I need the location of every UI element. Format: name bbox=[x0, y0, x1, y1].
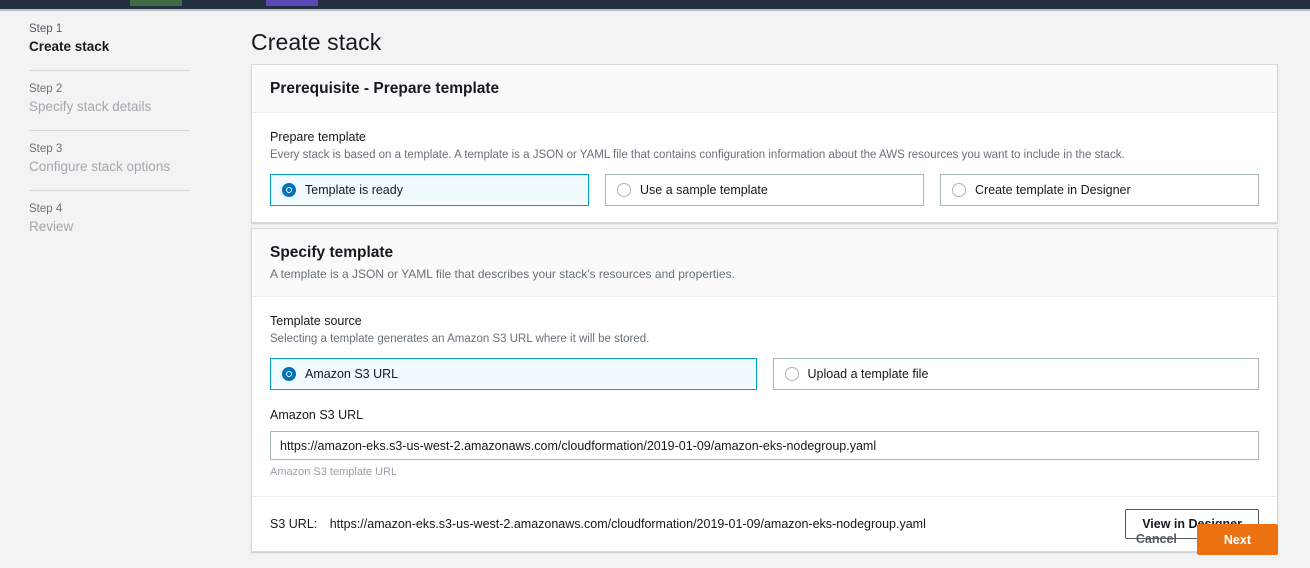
prerequisite-card-body: Prepare template Every stack is based on… bbox=[252, 113, 1277, 222]
radio-label-create-template-in-designer: Create template in Designer bbox=[975, 182, 1131, 198]
sidebar-step-2-number: Step 2 bbox=[29, 71, 190, 97]
specify-template-card-subtitle: A template is a JSON or YAML file that d… bbox=[270, 263, 1259, 283]
page-title: Create stack bbox=[222, 11, 1310, 56]
sidebar-step-2[interactable]: Step 2 Specify stack details bbox=[0, 71, 222, 130]
radio-label-template-is-ready: Template is ready bbox=[305, 182, 403, 198]
radio-tile-create-template-in-designer[interactable]: Create template in Designer bbox=[940, 174, 1259, 206]
radio-label-use-a-sample-template: Use a sample template bbox=[640, 182, 768, 198]
sidebar-step-3-label: Configure stack options bbox=[29, 157, 190, 190]
radio-icon-upload-a-template-file[interactable] bbox=[785, 367, 799, 381]
sidebar-step-4-number: Step 4 bbox=[29, 191, 190, 217]
aws-console-topbar bbox=[0, 0, 1310, 9]
amazon-s3-url-input-hint: Amazon S3 template URL bbox=[270, 460, 1259, 480]
next-button[interactable]: Next bbox=[1197, 524, 1278, 555]
sidebar-step-1[interactable]: Step 1 Create stack bbox=[0, 11, 222, 70]
prepare-template-radio-group: Template is ready Use a sample template … bbox=[270, 163, 1259, 206]
specify-template-card: Specify template A template is a JSON or… bbox=[251, 228, 1278, 552]
sidebar-step-4-label: Review bbox=[29, 217, 190, 250]
radio-label-upload-a-template-file: Upload a template file bbox=[808, 366, 929, 382]
radio-icon-create-template-in-designer[interactable] bbox=[952, 183, 966, 197]
main-content: Create stack Prerequisite - Prepare temp… bbox=[222, 11, 1310, 568]
radio-icon-template-is-ready[interactable] bbox=[282, 183, 296, 197]
specify-template-card-header: Specify template A template is a JSON or… bbox=[252, 229, 1277, 297]
radio-icon-amazon-s3-url[interactable] bbox=[282, 367, 296, 381]
prepare-template-description: Every stack is based on a template. A te… bbox=[270, 146, 1259, 163]
cancel-button[interactable]: Cancel bbox=[1132, 525, 1181, 554]
sidebar-step-1-number: Step 1 bbox=[29, 11, 190, 37]
prepare-template-label: Prepare template bbox=[270, 129, 1259, 146]
template-source-label: Template source bbox=[270, 313, 1259, 330]
specify-template-card-body: Template source Selecting a template gen… bbox=[252, 297, 1277, 496]
prerequisite-card: Prerequisite - Prepare template Prepare … bbox=[251, 64, 1278, 223]
specify-template-card-title: Specify template bbox=[270, 243, 1259, 263]
sidebar-step-3[interactable]: Step 3 Configure stack options bbox=[0, 131, 222, 190]
radio-tile-template-is-ready[interactable]: Template is ready bbox=[270, 174, 589, 206]
radio-tile-use-a-sample-template[interactable]: Use a sample template bbox=[605, 174, 924, 206]
radio-label-amazon-s3-url: Amazon S3 URL bbox=[305, 366, 398, 382]
wizard-actions: Cancel Next bbox=[251, 524, 1278, 555]
prerequisite-card-title: Prerequisite - Prepare template bbox=[270, 79, 1259, 99]
template-source-description: Selecting a template generates an Amazon… bbox=[270, 330, 1259, 347]
sidebar-step-1-label: Create stack bbox=[29, 37, 190, 70]
prerequisite-card-header: Prerequisite - Prepare template bbox=[252, 65, 1277, 113]
radio-icon-use-a-sample-template[interactable] bbox=[617, 183, 631, 197]
tab-fragment-purple bbox=[266, 0, 318, 6]
sidebar-step-3-number: Step 3 bbox=[29, 131, 190, 157]
amazon-s3-url-input-label: Amazon S3 URL bbox=[270, 390, 1259, 424]
tab-fragment-green bbox=[130, 0, 182, 6]
template-source-radio-group: Amazon S3 URL Upload a template file bbox=[270, 347, 1259, 390]
sidebar-step-2-label: Specify stack details bbox=[29, 97, 190, 130]
wizard-step-sidebar: Step 1 Create stack Step 2 Specify stack… bbox=[0, 11, 222, 568]
amazon-s3-url-input[interactable] bbox=[270, 431, 1259, 460]
sidebar-step-4[interactable]: Step 4 Review bbox=[0, 191, 222, 250]
radio-tile-amazon-s3-url[interactable]: Amazon S3 URL bbox=[270, 358, 757, 390]
radio-tile-upload-a-template-file[interactable]: Upload a template file bbox=[773, 358, 1260, 390]
